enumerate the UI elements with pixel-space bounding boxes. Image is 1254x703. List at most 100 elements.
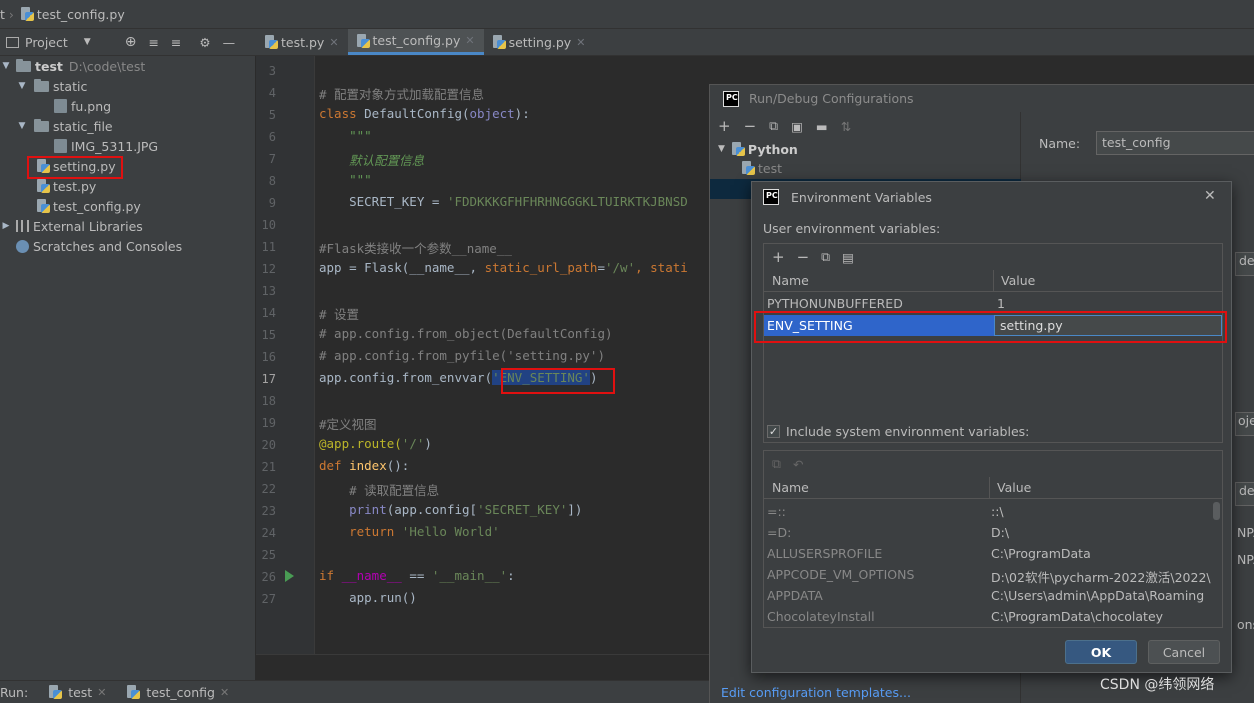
- copy-icon[interactable]: ⧉: [769, 118, 778, 134]
- breadcrumb-file[interactable]: test_config.py: [37, 7, 125, 22]
- column-divider: [993, 270, 994, 292]
- breadcrumb-root[interactable]: t: [0, 7, 5, 22]
- scratches-icon: [16, 239, 29, 253]
- clipped-field[interactable]: oje: [1235, 412, 1254, 436]
- undo-icon[interactable]: ↶: [793, 457, 803, 472]
- tree-item-label: static: [53, 78, 88, 94]
- project-tree: ▼ test D:\code\test ▼ static fu.png ▼ st…: [0, 56, 256, 680]
- run-gutter-icon[interactable]: [285, 570, 294, 582]
- chevron-down-icon[interactable]: ▼: [16, 121, 28, 131]
- column-divider: [989, 477, 990, 499]
- close-icon[interactable]: ✕: [97, 686, 106, 699]
- chevron-down-icon[interactable]: ▼: [16, 81, 28, 91]
- gear-icon[interactable]: ⚙: [199, 35, 210, 50]
- chevron-down-icon[interactable]: ▼: [84, 37, 91, 47]
- clipped-text: NPA: [1237, 552, 1254, 567]
- tab-setting-py[interactable]: setting.py ✕: [484, 29, 595, 55]
- user-vars-table: + − ⧉ ▤ Name Value PYTHONUNBUFFERED 1 EN…: [763, 243, 1223, 443]
- table-row: ChocolateyInstall C:\ProgramData\chocola…: [767, 609, 1164, 624]
- chevron-down-icon[interactable]: ▼: [0, 61, 12, 71]
- chevron-down-icon[interactable]: ▼: [718, 144, 725, 154]
- tree-item-fu-png[interactable]: fu.png: [0, 96, 256, 116]
- edit-templates-link[interactable]: Edit configuration templates...: [721, 685, 911, 700]
- vertical-scrollbar[interactable]: [1213, 502, 1220, 520]
- tab-label: test.py: [281, 34, 325, 50]
- table-row: =D: D:\: [767, 525, 1010, 540]
- library-icon: [16, 220, 29, 232]
- save-icon[interactable]: ▣: [791, 119, 803, 134]
- code-editor[interactable]: # 配置对象方式加载配置信息 class DefaultConfig(objec…: [315, 56, 709, 654]
- code-line: if __name__ == '__main__':: [319, 568, 515, 583]
- tree-item-img[interactable]: IMG_5311.JPG: [0, 136, 256, 156]
- add-icon[interactable]: +: [772, 248, 785, 266]
- tree-root[interactable]: ▼ test D:\code\test: [0, 56, 256, 76]
- project-toolbar: Project ▼ ⊕ ≡ ≡ ⚙ —: [0, 29, 256, 56]
- locate-icon[interactable]: ⊕: [125, 34, 137, 50]
- include-system-checkbox[interactable]: ✓: [767, 425, 780, 438]
- paste-icon[interactable]: ▤: [842, 250, 854, 265]
- tree-item-test-py[interactable]: test.py: [0, 176, 256, 196]
- ok-button[interactable]: OK: [1065, 640, 1137, 664]
- line-number: 16: [261, 350, 276, 364]
- tab-test-config-py[interactable]: test_config.py ✕: [347, 29, 484, 55]
- code-line: #定义视图: [319, 417, 377, 432]
- user-vars-label: User environment variables:: [763, 221, 941, 236]
- run-tab-test[interactable]: test ✕: [48, 685, 106, 700]
- run-tab-test-config[interactable]: test_config ✕: [126, 685, 229, 700]
- add-icon[interactable]: +: [718, 117, 731, 135]
- highlight-box-env-setting: [501, 368, 615, 394]
- column-header-name[interactable]: Name: [772, 480, 809, 495]
- line-number: 21: [261, 460, 276, 474]
- remove-icon[interactable]: −: [797, 248, 810, 266]
- column-header-name[interactable]: Name: [772, 273, 809, 288]
- close-icon[interactable]: ✕: [220, 686, 229, 699]
- collapse-all-icon[interactable]: ≡: [171, 35, 181, 50]
- tab-test-py[interactable]: test.py ✕: [256, 29, 348, 55]
- include-system-label[interactable]: Include system environment variables:: [786, 424, 1029, 439]
- column-header-value[interactable]: Value: [1001, 273, 1035, 288]
- code-line: print(app.config['SECRET_KEY']): [349, 502, 583, 517]
- code-line: class DefaultConfig(object):: [319, 106, 530, 121]
- config-group-python[interactable]: ▼ Python: [718, 139, 798, 159]
- name-field[interactable]: test_config: [1096, 131, 1254, 155]
- folder-icon: [34, 118, 49, 132]
- tree-item-test-config-py[interactable]: test_config.py: [0, 196, 256, 216]
- folder-icon: [34, 78, 49, 92]
- tree-item-static[interactable]: ▼ static: [0, 76, 256, 96]
- project-view-label[interactable]: Project: [25, 35, 68, 50]
- tree-item-label: static_file: [53, 118, 113, 134]
- remove-icon[interactable]: −: [744, 117, 757, 135]
- tree-item-static-file[interactable]: ▼ static_file: [0, 116, 256, 136]
- config-item-test[interactable]: test: [741, 159, 782, 177]
- line-number: 10: [261, 218, 276, 232]
- clipped-field[interactable]: de\: [1235, 482, 1254, 506]
- expand-all-icon[interactable]: ≡: [148, 35, 158, 50]
- line-number: 27: [261, 592, 276, 606]
- close-icon[interactable]: ✕: [1204, 188, 1216, 204]
- cancel-button[interactable]: Cancel: [1148, 640, 1220, 664]
- copy-icon[interactable]: ⧉: [821, 249, 830, 265]
- minimize-icon[interactable]: —: [223, 35, 236, 50]
- code-line: SECRET_KEY = 'FDDKKKGFHFHRHNGGGKLTUIRKTK…: [319, 194, 688, 209]
- chevron-right-icon[interactable]: ▶: [0, 221, 12, 231]
- column-header-value[interactable]: Value: [997, 480, 1031, 495]
- project-view-icon: [6, 36, 19, 48]
- pycharm-logo-icon: PC: [763, 189, 779, 205]
- close-icon[interactable]: ✕: [576, 36, 585, 49]
- line-number: 7: [268, 152, 276, 166]
- python-file-icon: [20, 7, 34, 21]
- chevron-right-icon: ›: [8, 6, 14, 22]
- line-number: 19: [261, 416, 276, 430]
- dialog-title-bar: PC Environment Variables: [752, 182, 1231, 212]
- python-icon: [126, 685, 141, 699]
- close-icon[interactable]: ✕: [329, 36, 338, 49]
- breadcrumb: t › test_config.py: [0, 0, 1254, 29]
- folder-add-icon[interactable]: ▬: [816, 119, 828, 134]
- sort-icon[interactable]: ⇅: [841, 119, 851, 134]
- run-label: Run:: [0, 684, 29, 700]
- close-icon[interactable]: ✕: [465, 34, 474, 47]
- clipped-field[interactable]: de\: [1235, 252, 1254, 276]
- tree-item-scratches[interactable]: Scratches and Consoles: [0, 236, 256, 256]
- copy-icon[interactable]: ⧉: [772, 456, 781, 472]
- tree-item-external-libraries[interactable]: ▶ External Libraries: [0, 216, 256, 236]
